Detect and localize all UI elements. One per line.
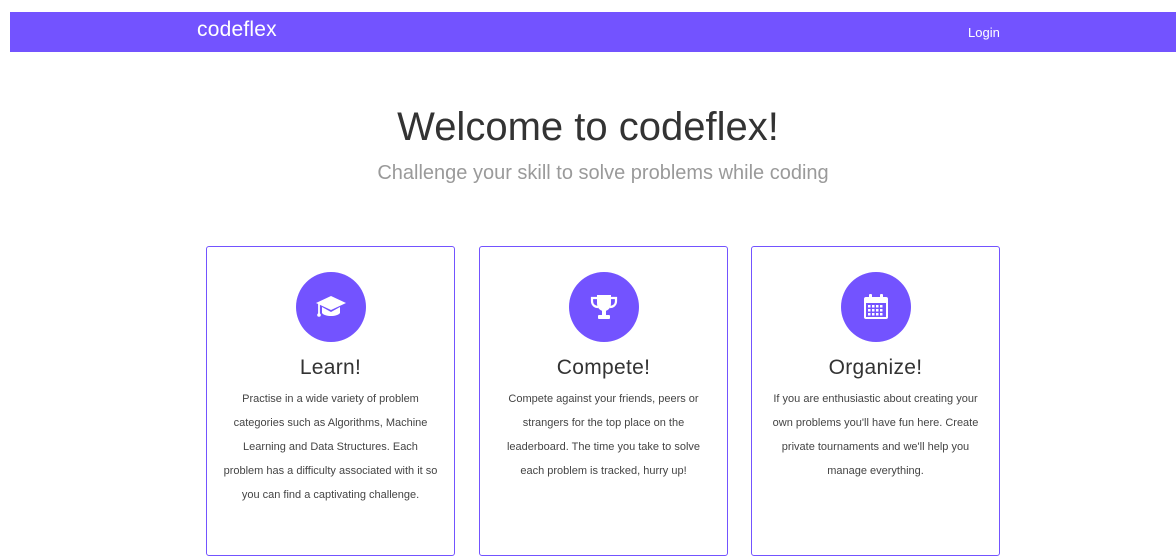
login-link[interactable]: Login <box>968 25 1000 41</box>
trophy-icon <box>590 295 618 319</box>
feature-title: Learn! <box>299 356 362 379</box>
feature-title: Organize! <box>828 356 923 379</box>
feature-description: If you are enthusiastic about creating y… <box>772 393 979 477</box>
feature-description: Compete against your friends, peers or s… <box>506 393 701 477</box>
feature-card-organize: Organize! If you are enthusiastic about … <box>751 246 1000 556</box>
graduation-cap-icon <box>316 296 346 317</box>
compete-icon-badge <box>569 272 639 342</box>
feature-description: Practise in a wide variety of problem ca… <box>223 393 438 501</box>
organize-icon-badge <box>841 272 911 342</box>
learn-icon-badge <box>296 272 366 342</box>
page-subtitle: Challenge your skill to solve problems w… <box>377 162 829 184</box>
feature-card-learn: Learn! Practise in a wide variety of pro… <box>206 246 455 556</box>
calendar-icon <box>864 294 888 319</box>
brand-logo-link[interactable]: codeflex <box>197 17 277 43</box>
top-navbar: codeflex Login <box>10 12 1176 52</box>
feature-title: Compete! <box>556 356 651 379</box>
page-title: Welcome to codeflex! <box>397 105 779 149</box>
feature-card-compete: Compete! Compete against your friends, p… <box>479 246 728 556</box>
